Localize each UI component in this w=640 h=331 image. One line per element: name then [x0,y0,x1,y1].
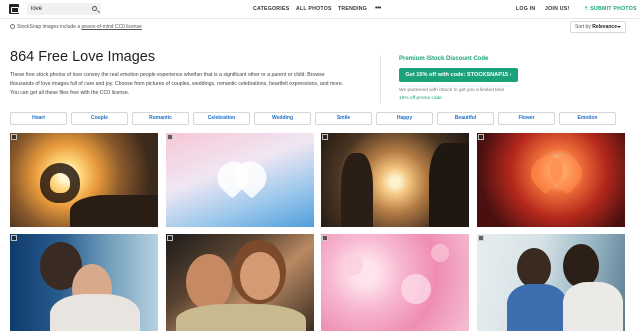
nav-submit-photos[interactable]: ⇡ SUBMIT PHOTOS [584,6,637,12]
sort-select[interactable]: Sort by Relevance [570,21,626,33]
tag-wedding[interactable]: Wedding [254,112,311,125]
select-checkbox[interactable] [478,235,484,241]
select-checkbox[interactable] [11,134,17,140]
cc0-icon [10,24,15,29]
promo-code-button[interactable]: Get 15% off with code: STOCKSNAP15 › [399,68,518,82]
photo-couple-holding-hands[interactable] [321,133,469,227]
photo-couple-forehead-kiss[interactable] [10,234,158,331]
photo-heart-hands-sunset[interactable] [10,133,158,227]
search-box [27,3,101,15]
camera-logo-icon[interactable] [9,4,19,14]
photo-smiling-couple[interactable] [166,234,314,331]
nav-all-photos[interactable]: ALL PHOTOS [296,6,332,12]
license-link[interactable]: peace-of-mind CC0 license [81,24,141,30]
select-checkbox[interactable] [167,134,173,140]
promo-link[interactable]: 15% off promo code [399,96,442,101]
page-title: 864 Free Love Images [10,49,156,65]
select-checkbox[interactable] [478,134,484,140]
page-description: These free stock photos of love convey t… [10,72,344,96]
select-checkbox[interactable] [11,235,17,241]
tag-couple[interactable]: Couple [71,112,128,125]
divider [380,55,381,103]
nav-trending[interactable]: TRENDING [338,6,367,12]
photo-couple-kitchen[interactable] [477,234,625,331]
tag-emotion[interactable]: Emotion [559,112,616,125]
promo-title: Premium iStock Discount Code [399,56,489,62]
top-nav: CATEGORIES ALL PHOTOS TRENDING ••• LOG I… [0,0,640,19]
license-text: StockSnap images include a [17,24,82,30]
nav-join[interactable]: JOIN US! [545,6,569,12]
search-icon[interactable] [92,6,97,11]
sort-value: Relevance [592,24,617,30]
sort-label: Sort by [575,24,591,30]
tag-happy[interactable]: Happy [376,112,433,125]
tag-romantic[interactable]: Romantic [132,112,189,125]
promo-note-end: . [441,95,444,101]
submit-photos-label: SUBMIT PHOTOS [590,6,637,12]
select-checkbox[interactable] [322,235,328,241]
more-menu-icon[interactable]: ••• [375,5,381,12]
nav-categories[interactable]: CATEGORIES [253,6,289,12]
tag-celebration[interactable]: Celebration [193,112,250,125]
select-checkbox[interactable] [167,235,173,241]
search-input[interactable] [31,4,89,14]
tag-heart[interactable]: Heart [10,112,67,125]
photo-pink-hearts-bokeh[interactable] [321,234,469,331]
tag-flower[interactable]: Flower [498,112,555,125]
tag-smile[interactable]: Smile [315,112,372,125]
promo-note-text: We partnered with iStock to get you a li… [399,88,505,93]
nav-login[interactable]: LOG IN [516,6,535,12]
chevron-down-icon [617,26,621,28]
photo-heart-cloud-sky[interactable] [166,133,314,227]
photo-red-heart-lights[interactable] [477,133,625,227]
select-checkbox[interactable] [322,134,328,140]
promo-note: We partnered with iStock to get you a li… [399,87,511,103]
license-note: StockSnap images include a peace-of-mind… [10,24,142,30]
tag-beautiful[interactable]: Beautiful [437,112,494,125]
